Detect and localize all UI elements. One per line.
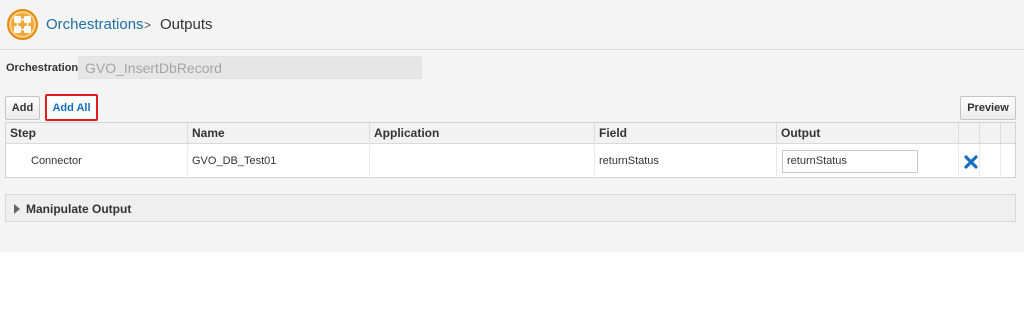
column-header-application[interactable]: Application — [370, 123, 595, 144]
column-header-name[interactable]: Name — [188, 123, 370, 144]
preview-button[interactable]: Preview — [960, 96, 1016, 120]
page-title: Outputs — [160, 16, 213, 33]
column-header-output[interactable]: Output — [777, 123, 959, 144]
cell-field: returnStatus — [595, 145, 777, 178]
app-root: Orchestrations > Outputs Orchestration G… — [0, 0, 1024, 252]
column-header-field[interactable]: Field — [595, 123, 777, 144]
manipulate-output-label: Manipulate Output — [26, 202, 132, 216]
add-all-button[interactable]: Add All — [45, 94, 98, 121]
column-header-step[interactable]: Step — [6, 123, 188, 144]
column-header-spacer — [980, 123, 1001, 144]
orchestration-label: Orchestration — [6, 62, 79, 74]
add-button[interactable]: Add — [5, 96, 40, 120]
manipulate-output-section[interactable]: Manipulate Output — [5, 194, 1016, 222]
outputs-table: Step Name Application Field Output Conne… — [5, 122, 1016, 178]
column-header-action — [959, 123, 980, 144]
orchestration-name-field: GVO_InsertDbRecord — [78, 56, 422, 79]
cell-step: Connector — [6, 145, 188, 178]
cell-spacer — [980, 145, 1001, 178]
breadcrumb-separator: > — [144, 18, 152, 32]
breadcrumb-orchestrations-link[interactable]: Orchestrations — [46, 16, 144, 33]
page-header: Orchestrations > Outputs — [0, 0, 1024, 50]
orchestration-logo-icon — [7, 9, 38, 40]
cell-name: GVO_DB_Test01 — [188, 145, 370, 178]
cell-application — [370, 145, 595, 178]
delete-x-icon[interactable] — [964, 155, 978, 169]
table-header: Step Name Application Field Output — [6, 123, 1015, 144]
expand-triangle-icon[interactable] — [14, 204, 20, 214]
output-name-input[interactable]: returnStatus — [782, 150, 918, 173]
